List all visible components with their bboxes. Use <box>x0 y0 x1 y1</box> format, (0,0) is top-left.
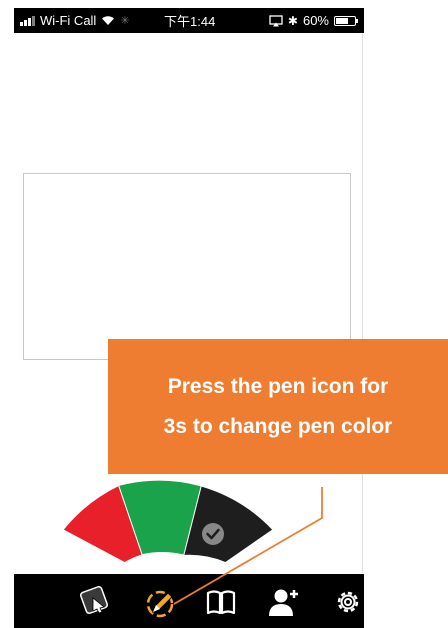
callout-pointer <box>173 487 323 605</box>
